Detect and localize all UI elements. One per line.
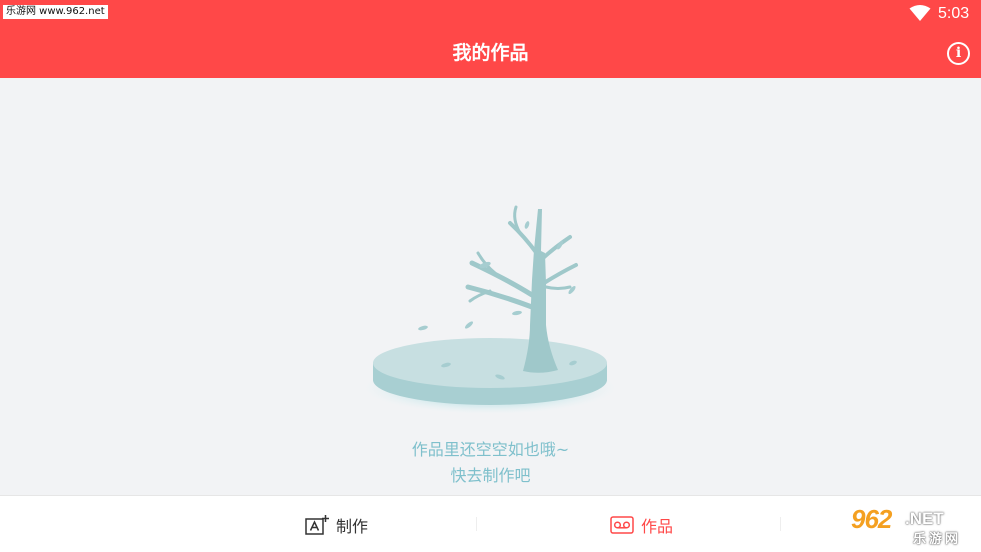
wifi-icon xyxy=(909,5,931,21)
bottom-nav: 制作 作品 xyxy=(0,495,981,552)
page-title: 我的作品 xyxy=(452,42,529,64)
tab-make-label: 制作 xyxy=(336,516,369,536)
status-bar xyxy=(0,0,981,28)
tab-works-label: 作品 xyxy=(641,516,674,536)
empty-hint: 快去制作吧 xyxy=(450,466,531,485)
bare-tree-icon xyxy=(364,205,616,414)
status-time: 5:03 xyxy=(938,5,970,22)
logo-suffix: .NET xyxy=(905,509,944,528)
logo-brand: 962 xyxy=(851,504,892,534)
site-logo-watermark: 962 .NET 乐游网 xyxy=(843,502,977,548)
tab-works[interactable]: 作品 xyxy=(610,496,673,552)
info-icon[interactable]: i xyxy=(947,42,970,65)
logo-cn: 乐游网 xyxy=(913,532,962,547)
create-text-icon xyxy=(305,514,329,535)
empty-message: 作品里还空空如也哦~ xyxy=(411,440,570,459)
tab-divider xyxy=(476,517,477,531)
tab-make[interactable]: 制作 xyxy=(305,496,368,552)
watermark-label: 乐游网 www.962.net xyxy=(3,5,108,19)
cassette-icon xyxy=(610,515,634,534)
tab-divider xyxy=(780,517,781,531)
